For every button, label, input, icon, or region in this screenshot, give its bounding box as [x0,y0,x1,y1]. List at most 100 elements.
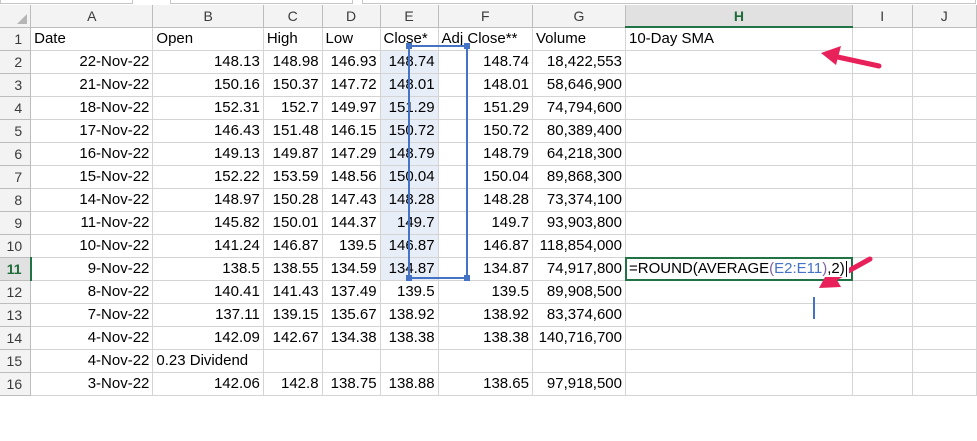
tab-fragment-middle[interactable] [170,0,353,4]
cell-F10[interactable]: 146.87 [438,234,534,258]
cell-C8[interactable]: 150.28 [263,188,323,212]
cell-A11[interactable]: 9-Nov-22 [30,257,154,281]
cell-E3[interactable]: 148.01 [380,73,439,97]
cell-F3[interactable]: 148.01 [438,73,534,97]
cell-I10[interactable] [852,234,913,258]
cell-E4[interactable]: 151.29 [380,96,439,120]
cell-J15[interactable] [912,349,977,373]
cell-G13[interactable]: 83,374,600 [532,303,626,327]
cell-D8[interactable]: 147.43 [322,188,381,212]
cell-D16[interactable]: 138.75 [322,372,381,396]
cell-I4[interactable] [852,96,913,120]
cell-B8[interactable]: 148.97 [152,188,264,212]
cell-D7[interactable]: 148.56 [322,165,381,189]
cell-D6[interactable]: 147.29 [322,142,381,166]
cell-J4[interactable] [912,96,977,120]
cell-B4[interactable]: 152.31 [152,96,264,120]
column-header-B[interactable]: B [152,5,264,28]
cell-E10[interactable]: 146.87 [380,234,439,258]
cell-B2[interactable]: 148.13 [152,50,264,74]
cell-B1[interactable]: Open [152,27,264,51]
cell-C13[interactable]: 139.15 [263,303,323,327]
cell-C5[interactable]: 151.48 [263,119,323,143]
cell-C9[interactable]: 150.01 [263,211,323,235]
cell-H12[interactable] [625,280,853,304]
cell-A8[interactable]: 14-Nov-22 [30,188,154,212]
cell-F4[interactable]: 151.29 [438,96,534,120]
row-header-1[interactable]: 1 [0,27,32,51]
cell-A3[interactable]: 21-Nov-22 [30,73,154,97]
cell-G4[interactable]: 74,794,600 [532,96,626,120]
cell-D14[interactable]: 134.38 [322,326,381,350]
row-header-12[interactable]: 12 [0,280,32,304]
cell-B15[interactable]: 0.23 Dividend [152,349,264,373]
cell-A10[interactable]: 10-Nov-22 [30,234,154,258]
row-header-7[interactable]: 7 [0,165,32,189]
cell-G6[interactable]: 64,218,300 [532,142,626,166]
column-header-I[interactable]: I [852,5,913,28]
cell-E9[interactable]: 149.7 [380,211,439,235]
cell-C3[interactable]: 150.37 [263,73,323,97]
row-header-2[interactable]: 2 [0,50,32,74]
cell-J10[interactable] [912,234,977,258]
cell-H4[interactable] [625,96,853,120]
cell-C2[interactable]: 148.98 [263,50,323,74]
cell-I12[interactable] [852,280,913,304]
cell-B9[interactable]: 145.82 [152,211,264,235]
column-header-E[interactable]: E [380,5,439,28]
cell-B5[interactable]: 146.43 [152,119,264,143]
cell-F6[interactable]: 148.79 [438,142,534,166]
cell-B7[interactable]: 152.22 [152,165,264,189]
cell-C6[interactable]: 149.87 [263,142,323,166]
cell-F9[interactable]: 149.7 [438,211,534,235]
cell-H14[interactable] [625,326,853,350]
cell-I14[interactable] [852,326,913,350]
cell-H1[interactable]: 10-Day SMA [625,27,853,51]
row-header-14[interactable]: 14 [0,326,32,350]
cell-F8[interactable]: 148.28 [438,188,534,212]
cell-E7[interactable]: 150.04 [380,165,439,189]
cell-C15[interactable] [263,349,323,373]
cell-E8[interactable]: 148.28 [380,188,439,212]
column-header-A[interactable]: A [30,5,154,28]
cell-G3[interactable]: 58,646,900 [532,73,626,97]
cell-A5[interactable]: 17-Nov-22 [30,119,154,143]
cell-A6[interactable]: 16-Nov-22 [30,142,154,166]
cell-B3[interactable]: 150.16 [152,73,264,97]
cell-H11[interactable]: =ROUND(AVERAGE(E2:E11),2) [624,256,853,281]
cell-H16[interactable] [625,372,853,396]
row-header-11[interactable]: 11 [0,257,32,281]
row-header-3[interactable]: 3 [0,73,32,97]
cell-G8[interactable]: 73,374,100 [532,188,626,212]
cell-B11[interactable]: 138.5 [152,257,264,281]
cell-F5[interactable]: 150.72 [438,119,534,143]
cell-F13[interactable]: 138.92 [438,303,534,327]
cell-J5[interactable] [912,119,977,143]
cell-H7[interactable] [625,165,853,189]
cell-J9[interactable] [912,211,977,235]
cell-J3[interactable] [912,73,977,97]
cell-D5[interactable]: 146.15 [322,119,381,143]
cell-D1[interactable]: Low [322,27,381,51]
column-header-F[interactable]: F [438,5,534,28]
cell-E5[interactable]: 150.72 [380,119,439,143]
cell-G11[interactable]: 74,917,800 [532,257,626,281]
cell-A12[interactable]: 8-Nov-22 [30,280,154,304]
tab-fragment-left[interactable] [0,0,133,4]
cell-G5[interactable]: 80,389,400 [532,119,626,143]
cell-J13[interactable] [912,303,977,327]
cell-I1[interactable] [852,27,913,51]
cell-A2[interactable]: 22-Nov-22 [30,50,154,74]
cell-G14[interactable]: 140,716,700 [532,326,626,350]
cell-G12[interactable]: 89,908,500 [532,280,626,304]
row-header-8[interactable]: 8 [0,188,32,212]
cell-D13[interactable]: 135.67 [322,303,381,327]
cell-J11[interactable] [912,257,977,281]
row-header-13[interactable]: 13 [0,303,32,327]
cell-C12[interactable]: 141.43 [263,280,323,304]
cell-I15[interactable] [852,349,913,373]
cell-A14[interactable]: 4-Nov-22 [30,326,154,350]
row-header-9[interactable]: 9 [0,211,32,235]
cell-A15[interactable]: 4-Nov-22 [30,349,154,373]
cell-H13[interactable] [625,303,853,327]
